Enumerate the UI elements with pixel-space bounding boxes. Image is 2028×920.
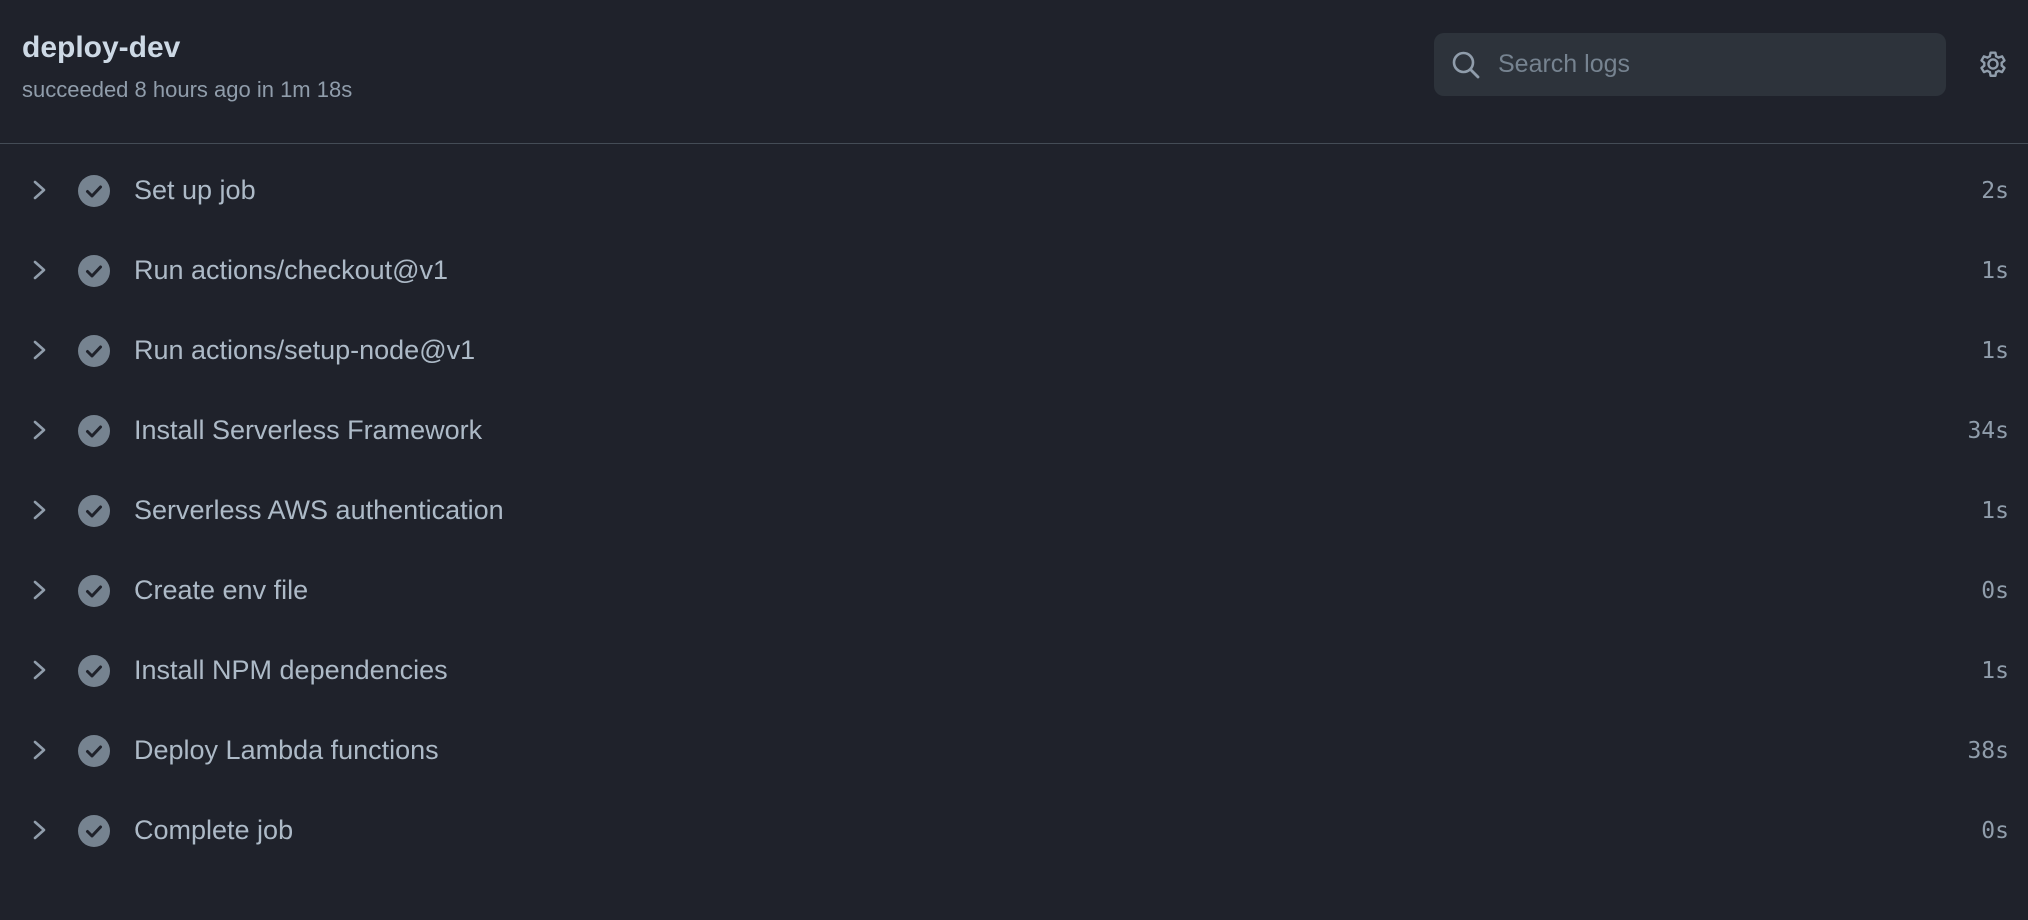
check-circle-icon — [78, 575, 110, 607]
check-circle-icon — [78, 255, 110, 287]
step-label: Serverless AWS authentication — [134, 495, 504, 525]
check-circle-icon — [78, 335, 110, 367]
check-circle-icon — [78, 655, 110, 687]
search-input[interactable] — [1498, 33, 1928, 96]
step-duration: 2s — [1981, 178, 2009, 204]
check-circle-icon — [78, 175, 110, 207]
gear-icon[interactable] — [1976, 47, 2010, 81]
step-row-6[interactable]: Create env file 0s — [0, 550, 2028, 630]
chevron-right-icon[interactable] — [28, 656, 52, 684]
step-duration: 1s — [1981, 258, 2009, 284]
step-label: Install Serverless Framework — [134, 415, 483, 445]
chevron-right-icon[interactable] — [28, 176, 52, 204]
chevron-right-icon[interactable] — [28, 576, 52, 604]
chevron-right-icon[interactable] — [28, 256, 52, 284]
step-label: Complete job — [134, 815, 294, 845]
check-circle-icon — [78, 815, 110, 847]
step-label: Deploy Lambda functions — [134, 735, 439, 765]
search-icon — [1452, 51, 1480, 79]
steps-list: Set up job 2s Run actions/checkout@v1 1s… — [0, 150, 2028, 870]
step-label: Set up job — [134, 175, 256, 205]
step-row-3[interactable]: Run actions/setup-node@v1 1s — [0, 310, 2028, 390]
step-duration: 1s — [1981, 338, 2009, 364]
step-row-1[interactable]: Set up job 2s — [0, 150, 2028, 230]
job-title: deploy-dev — [22, 31, 181, 64]
step-row-4[interactable]: Install Serverless Framework 34s — [0, 390, 2028, 470]
step-label: Create env file — [134, 575, 309, 605]
step-duration: 0s — [1981, 578, 2009, 604]
step-row-5[interactable]: Serverless AWS authentication 1s — [0, 470, 2028, 550]
chevron-right-icon[interactable] — [28, 816, 52, 844]
job-status-summary: succeeded 8 hours ago in 1m 18s — [22, 77, 353, 102]
step-duration: 1s — [1981, 658, 2009, 684]
step-duration: 38s — [1967, 738, 2009, 764]
step-row-8[interactable]: Deploy Lambda functions 38s — [0, 710, 2028, 790]
step-duration: 0s — [1981, 818, 2009, 844]
step-duration: 34s — [1967, 418, 2009, 444]
step-row-7[interactable]: Install NPM dependencies 1s — [0, 630, 2028, 710]
search-box[interactable] — [1434, 33, 1946, 96]
check-circle-icon — [78, 495, 110, 527]
step-row-9[interactable]: Complete job 0s — [0, 790, 2028, 870]
chevron-right-icon[interactable] — [28, 736, 52, 764]
step-row-2[interactable]: Run actions/checkout@v1 1s — [0, 230, 2028, 310]
job-header: deploy-dev succeeded 8 hours ago in 1m 1… — [0, 0, 2028, 144]
step-label: Run actions/setup-node@v1 — [134, 335, 476, 365]
check-circle-icon — [78, 415, 110, 447]
step-duration: 1s — [1981, 498, 2009, 524]
chevron-right-icon[interactable] — [28, 416, 52, 444]
chevron-right-icon[interactable] — [28, 336, 52, 364]
check-circle-icon — [78, 735, 110, 767]
chevron-right-icon[interactable] — [28, 496, 52, 524]
step-label: Install NPM dependencies — [134, 655, 448, 685]
step-label: Run actions/checkout@v1 — [134, 255, 449, 285]
